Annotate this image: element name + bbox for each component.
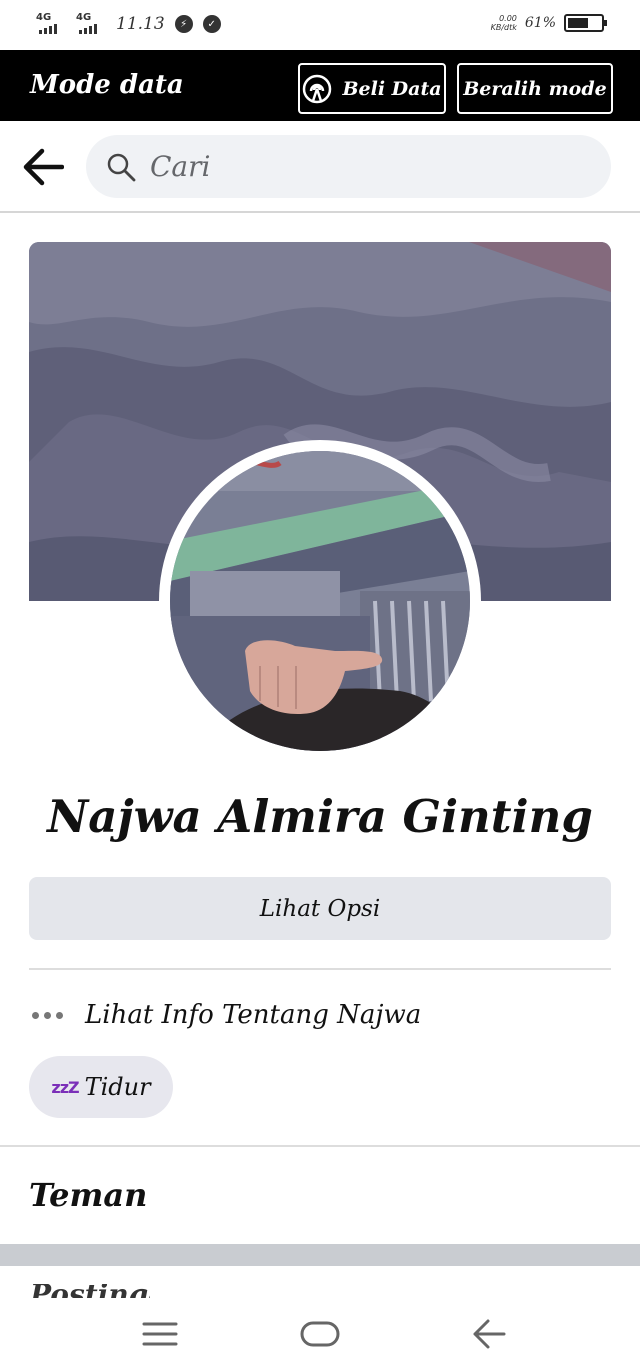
buy-data-label: Beli Data [342, 77, 442, 100]
back-icon[interactable] [472, 1316, 506, 1352]
buy-data-button[interactable]: Beli Data [298, 63, 446, 114]
sleep-icon: zzZ [51, 1077, 79, 1097]
search-header: Cari [0, 121, 640, 213]
check-circle-icon: ✓ [202, 15, 221, 33]
back-arrow-icon[interactable] [22, 147, 64, 187]
view-info-label: Lihat Info Tentang Najwa [85, 1000, 422, 1030]
signal-icon: 4G [76, 12, 106, 34]
signal-icon: 4G [36, 12, 66, 34]
next-section-title-partial: Postingan [30, 1284, 150, 1298]
clock: 11.13 [116, 14, 165, 34]
home-icon[interactable] [300, 1316, 340, 1352]
status-chip[interactable]: zzZ Tidur [29, 1056, 173, 1118]
status-bar: 4G 4G 11.13 ⚡ ✓ 0.00 KB/dtk 61% [0, 0, 640, 50]
search-icon [107, 153, 136, 181]
status-label: Tidur [84, 1073, 151, 1101]
network-speed: 0.00 KB/dtk [491, 14, 517, 32]
sim2-network-label: 4G [76, 12, 92, 23]
profile-name: Najwa Almira Ginting [47, 790, 593, 843]
search-input[interactable]: Cari [86, 135, 611, 198]
friends-section-title: Teman [29, 1176, 148, 1214]
switch-mode-button[interactable]: Beralih mode [457, 63, 613, 114]
view-info-link[interactable]: Lihat Info Tentang Najwa [32, 1000, 421, 1030]
view-options-label: Lihat Opsi [259, 895, 381, 922]
avatar[interactable] [170, 451, 470, 751]
speed-value: 0.00 [499, 14, 517, 23]
view-options-button[interactable]: Lihat Opsi [29, 877, 611, 940]
divider [29, 968, 611, 970]
battery-icon [564, 14, 607, 32]
system-nav-bar [0, 1298, 640, 1372]
divider [0, 1145, 640, 1147]
mode-title: Mode data [30, 70, 184, 100]
search-placeholder: Cari [150, 150, 211, 183]
menu-icon[interactable] [142, 1316, 178, 1352]
speed-unit: KB/dtk [490, 23, 517, 32]
sim1-network-label: 4G [36, 12, 52, 23]
data-mode-bar: Mode data Beli Data Beralih mode [0, 50, 640, 121]
battery-percent: 61% [524, 15, 556, 31]
switch-mode-label: Beralih mode [463, 77, 607, 100]
broadcast-icon [303, 74, 332, 103]
more-dots-icon [32, 1011, 63, 1019]
section-separator [0, 1244, 640, 1266]
next-section-label: Postingan [30, 1284, 150, 1298]
messenger-icon: ⚡ [174, 15, 193, 33]
